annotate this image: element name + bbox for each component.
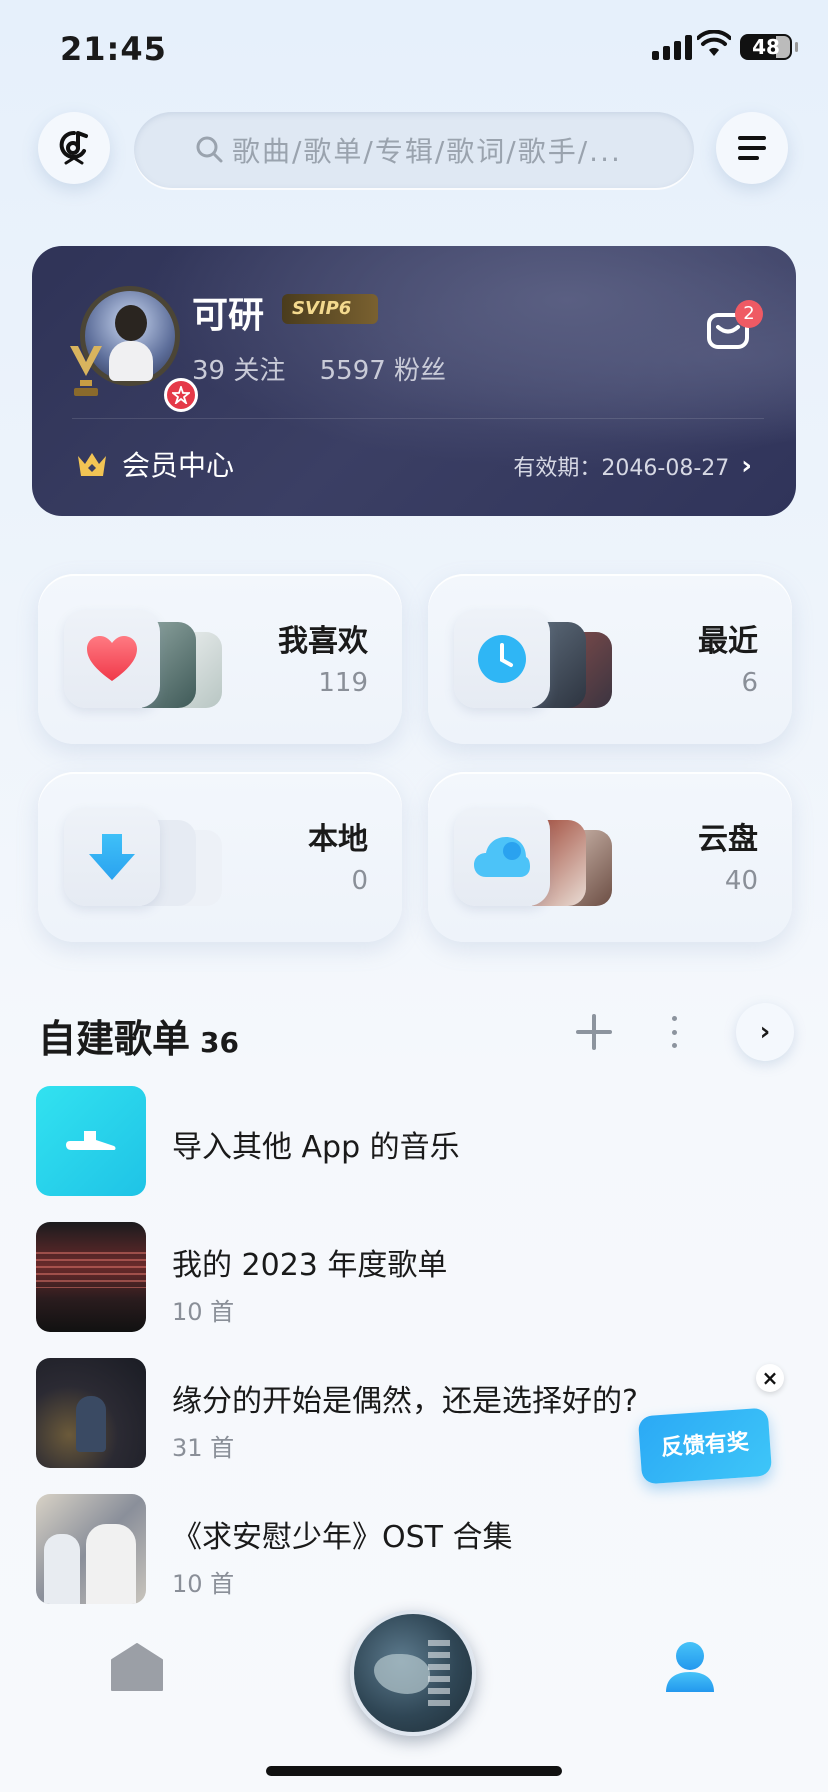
vip-trophy-icon: [70, 346, 102, 396]
add-playlist-icon[interactable]: [576, 1014, 612, 1050]
signal-icon: [652, 34, 692, 60]
cover-figure: [86, 1524, 136, 1604]
user-stats: 39 关注 5597 粉丝: [192, 350, 472, 387]
status-time: 21:45: [60, 30, 167, 68]
search-placeholder: 歌曲/歌单/专辑/歌词/歌手/...: [232, 135, 622, 168]
music-recognize-icon: [59, 130, 88, 165]
playlist-cover: [36, 1222, 146, 1332]
now-playing-disc[interactable]: [350, 1610, 476, 1736]
playlist-title: 我的 2023 年度歌单: [172, 1248, 448, 1283]
avatar-frame[interactable]: [60, 278, 198, 412]
fans-count[interactable]: 5597 粉丝: [320, 356, 446, 386]
playlist-count: 10 首: [172, 1298, 235, 1326]
cover-figure-2: [44, 1534, 80, 1604]
menu-button[interactable]: [716, 112, 788, 184]
feedback-close-button[interactable]: ×: [756, 1364, 784, 1392]
list-item[interactable]: 《求安慰少年》OST 合集 10 首: [36, 1494, 736, 1604]
tile-local[interactable]: 本地 0: [38, 772, 402, 942]
clock-icon: [478, 635, 526, 683]
cloud-icon: [474, 837, 530, 877]
message-count-badge: 2: [735, 300, 763, 328]
section-count: 36: [200, 1026, 239, 1059]
tile-favorites-count: 119: [318, 668, 368, 698]
vip-expiry[interactable]: 有效期：2046-08-27 ›: [513, 450, 752, 482]
tile-cloud-count: 40: [724, 866, 758, 896]
list-item[interactable]: 缘分的开始是偶然，还是选择好的? 31 首: [36, 1358, 736, 1468]
tile-favorites[interactable]: 我喜欢 119: [38, 574, 402, 744]
vip-level-badge[interactable]: SVIP6: [282, 294, 378, 324]
favorites-icon-box: [64, 610, 160, 708]
tile-local-count: 0: [351, 866, 368, 896]
member-center-label: 会员中心: [122, 449, 235, 482]
playlist-count: 31 首: [172, 1434, 235, 1462]
more-options-icon[interactable]: [670, 1016, 678, 1048]
playlist-cover: [36, 1358, 146, 1468]
import-icon: [66, 1131, 116, 1150]
crown-icon: [78, 453, 106, 476]
chevron-right-icon: ›: [741, 451, 752, 481]
download-icon: [89, 834, 135, 880]
wifi-icon: [697, 30, 731, 56]
playlist-title: 缘分的开始是偶然，还是选择好的?: [172, 1384, 638, 1419]
search-icon: [196, 136, 223, 163]
playlist-title: 导入其他 App 的音乐: [172, 1130, 460, 1165]
tile-cloud-label: 云盘: [698, 822, 758, 857]
card-divider: [72, 418, 764, 419]
tile-cloud[interactable]: 云盘 40: [428, 772, 792, 942]
me-tab-icon[interactable]: [664, 1640, 716, 1694]
playlist-title: 《求安慰少年》OST 合集: [172, 1520, 513, 1555]
home-tab-icon[interactable]: [110, 1642, 164, 1692]
recent-icon-box: [454, 610, 550, 708]
feedback-reward-button[interactable]: 反馈有奖: [637, 1407, 773, 1485]
tile-local-label: 本地: [308, 822, 368, 857]
import-cover: [36, 1086, 146, 1196]
home-indicator: [266, 1766, 562, 1776]
playlist-count: 10 首: [172, 1570, 235, 1598]
vip-expiry-text: 有效期：2046-08-27: [513, 456, 730, 481]
cover-figure: [76, 1396, 106, 1452]
section-title-text: 自建歌单: [38, 1017, 191, 1061]
tile-recent-label: 最近: [698, 624, 758, 659]
search-input[interactable]: 歌曲/歌单/专辑/歌词/歌手/...: [134, 112, 694, 188]
section-title: 自建歌单 36: [38, 1008, 239, 1063]
tile-recent[interactable]: 最近 6: [428, 574, 792, 744]
chevron-right-icon: ›: [759, 1017, 771, 1047]
heart-icon: [87, 636, 137, 681]
list-item[interactable]: 导入其他 App 的音乐: [36, 1086, 736, 1196]
tile-recent-count: 6: [741, 668, 758, 698]
user-name[interactable]: 可研: [192, 286, 264, 338]
battery-icon: 48: [740, 34, 798, 60]
local-icon-box: [64, 808, 160, 906]
menu-icon: [738, 136, 766, 160]
battery-level: 48: [752, 35, 780, 59]
section-expand-button[interactable]: ›: [736, 1003, 794, 1061]
list-item[interactable]: 我的 2023 年度歌单 10 首: [36, 1222, 736, 1332]
recognize-music-button[interactable]: [38, 112, 110, 184]
status-bar: 21:45 48: [0, 0, 828, 100]
playlist-cover: [36, 1494, 146, 1604]
follow-count[interactable]: 39 关注: [192, 356, 285, 386]
cloud-icon-box: [454, 808, 550, 906]
tile-favorites-label: 我喜欢: [278, 624, 368, 659]
cover-texture: [36, 1252, 146, 1288]
member-center-link[interactable]: 会员中心: [76, 444, 234, 484]
profile-card[interactable]: 可研 SVIP6 39 关注 5597 粉丝 2 会员中心 有效期：2046-0…: [32, 246, 796, 516]
